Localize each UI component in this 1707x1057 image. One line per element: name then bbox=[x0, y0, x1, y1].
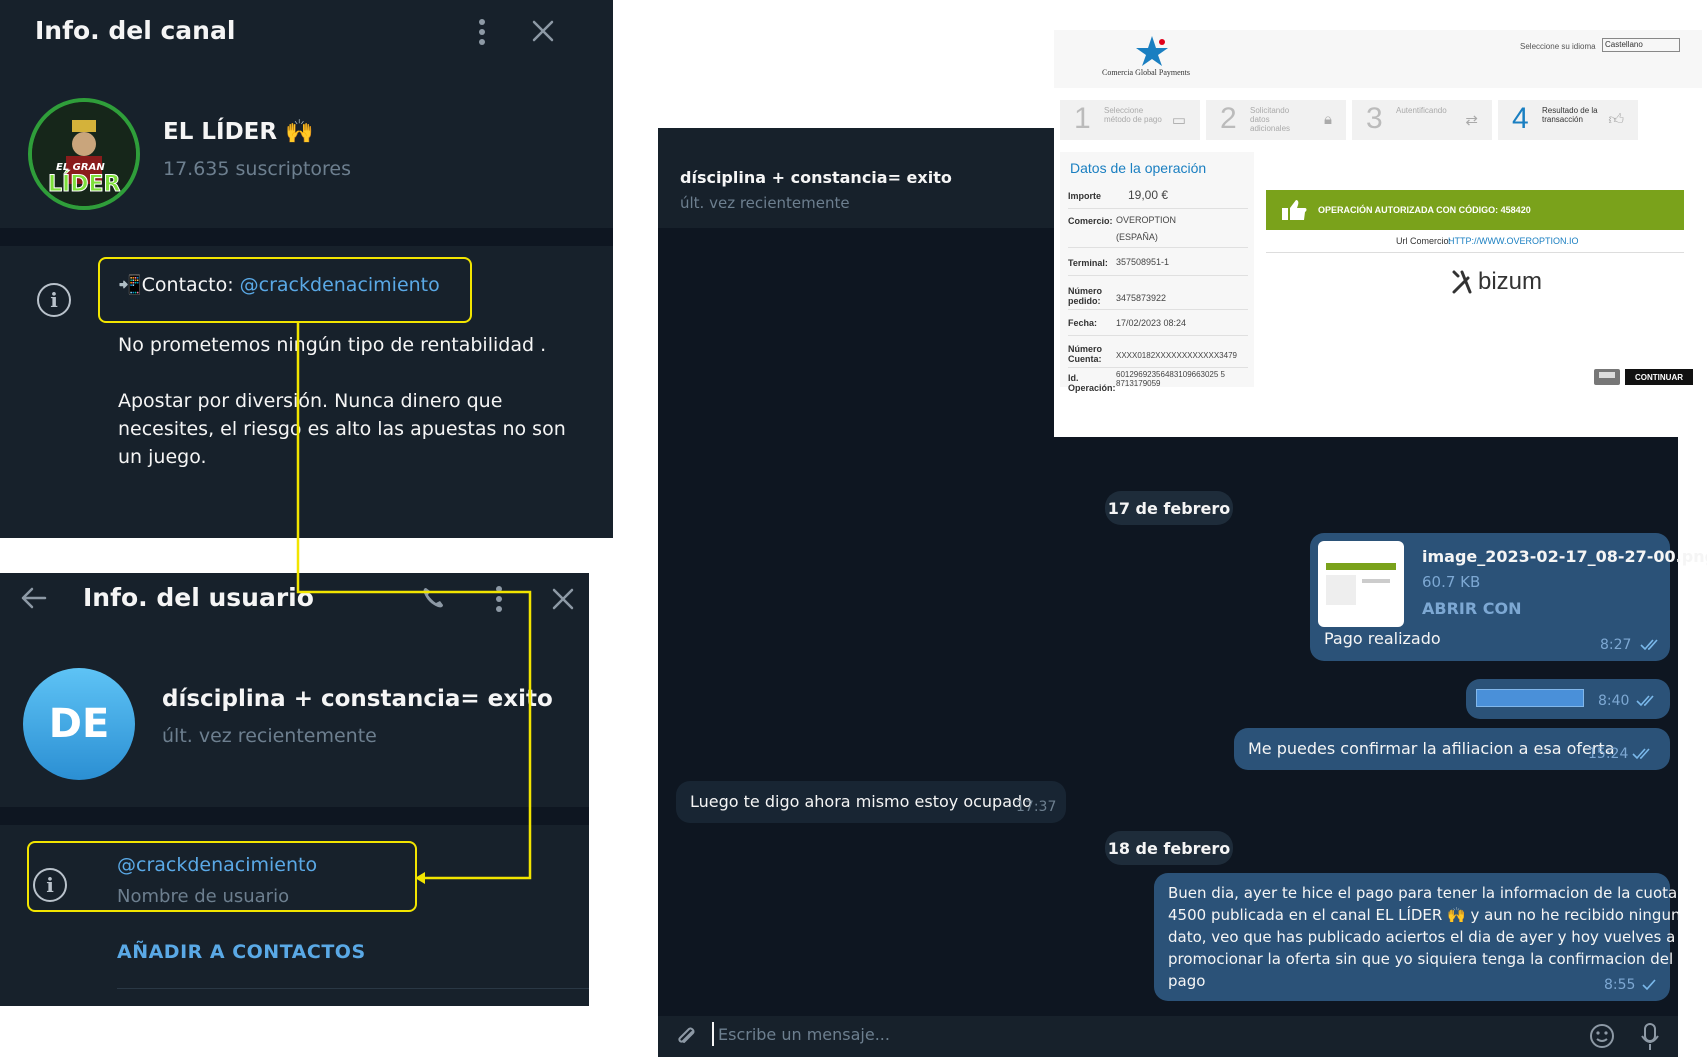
redacted-message[interactable]: 8:40 bbox=[1466, 679, 1670, 719]
message-text: Me puedes confirmar la afiliacion a esa … bbox=[1248, 739, 1615, 758]
message-time: 15:24 bbox=[1588, 746, 1629, 762]
row-label: Fecha: bbox=[1068, 318, 1098, 328]
operation-row: Fecha: 17/02/2023 08:24 bbox=[1068, 312, 1248, 336]
operation-row: Comercio: OVEROPTION (ESPAÑA) bbox=[1068, 212, 1248, 248]
message-input-bar: Escribe un mensaje... bbox=[658, 1016, 1678, 1057]
step-4: 4 Resultado de la transacción 👍︎ bbox=[1498, 100, 1638, 140]
message-time: 8:40 bbox=[1598, 693, 1630, 709]
operation-row: Terminal: 357508951-1 bbox=[1068, 250, 1248, 276]
step-number: 2 bbox=[1220, 102, 1237, 135]
text-cursor bbox=[712, 1022, 714, 1046]
outgoing-message[interactable]: Buen dia, ayer te hice el pago para tene… bbox=[1154, 873, 1680, 1001]
bizum-logo-text: bizum bbox=[1478, 268, 1543, 295]
read-ticks-icon bbox=[1636, 693, 1658, 712]
step-number: 1 bbox=[1074, 102, 1091, 135]
attach-icon[interactable] bbox=[674, 1024, 700, 1054]
thumbs-up-icon bbox=[1280, 198, 1308, 227]
message-time: 17:37 bbox=[1016, 799, 1057, 815]
file-thumbnail[interactable] bbox=[1318, 541, 1404, 627]
row-value: 357508951-1 bbox=[1116, 257, 1170, 267]
step-text: Autentificando bbox=[1396, 106, 1447, 115]
row-label: Comercio: bbox=[1068, 216, 1113, 226]
message-line: 4500 publicada en el canal EL LÍDER 🙌 y … bbox=[1168, 906, 1681, 924]
operation-row: Id. Operación: 60129692356483109663025 5… bbox=[1068, 370, 1248, 394]
message-text: Buen dia, ayer te hice el pago para tene… bbox=[1168, 882, 1680, 992]
read-ticks-icon bbox=[1632, 746, 1654, 765]
transfer-icon: ⇄ bbox=[1465, 112, 1478, 129]
file-caption: Pago realizado bbox=[1324, 629, 1441, 648]
file-message[interactable]: image_2023-02-17_08-27-00.png 60.7 KB AB… bbox=[1310, 533, 1707, 661]
step-3: 3 Autentificando ⇄ bbox=[1352, 100, 1492, 140]
row-value: XXXX0182XXXXXXXXXXXX3479 bbox=[1116, 351, 1237, 360]
message-line: promocionar la oferta sin que yo siquier… bbox=[1168, 950, 1674, 968]
row-label: Terminal: bbox=[1068, 258, 1108, 268]
thumbs-up-icon: 👍︎ bbox=[1608, 111, 1624, 128]
id-line: 8713179059 bbox=[1116, 379, 1161, 388]
row-label: Importe bbox=[1068, 191, 1102, 201]
step-text: Resultado de la transacción bbox=[1542, 106, 1598, 124]
chat-peer-status: últ. vez recientemente bbox=[680, 194, 850, 212]
date-separator: 17 de febrero bbox=[1105, 491, 1233, 525]
row-label: Número Cuenta: bbox=[1068, 344, 1103, 364]
operation-row: Importe 19,00 € bbox=[1068, 185, 1248, 209]
payment-receipt-screenshot: Comercia Global Payments Seleccione su i… bbox=[1054, 30, 1702, 437]
authorization-banner: OPERACIÓN AUTORIZADA CON CÓDIGO: 458420 bbox=[1266, 190, 1684, 230]
row-value: 17/02/2023 08:24 bbox=[1116, 318, 1187, 328]
payment-brand: Comercia Global Payments bbox=[1102, 68, 1190, 77]
sent-tick-icon bbox=[1642, 977, 1658, 996]
step-2: 2 Solicitando datos adicionales 🔒︎ bbox=[1206, 100, 1346, 140]
emoji-icon[interactable] bbox=[1588, 1022, 1616, 1054]
language-select[interactable]: Castellano bbox=[1602, 38, 1680, 52]
divider bbox=[1266, 252, 1684, 253]
card-icon: ▭ bbox=[1171, 112, 1186, 129]
row-label: Id. Operación: bbox=[1068, 373, 1116, 393]
date-separator: 18 de febrero bbox=[1105, 831, 1233, 865]
outgoing-message[interactable]: Me puedes confirmar la afiliacion a esa … bbox=[1234, 728, 1670, 770]
step-number: 4 bbox=[1512, 102, 1529, 135]
step-number: 3 bbox=[1366, 102, 1383, 135]
star-logo-icon bbox=[1132, 34, 1172, 71]
bizum-logo-icon bbox=[1450, 268, 1474, 301]
redaction-block bbox=[1476, 689, 1584, 707]
operation-section-title: Datos de la operación bbox=[1070, 160, 1207, 176]
open-with-button[interactable]: ABRIR CON bbox=[1422, 599, 1521, 618]
row-label: Número pedido: bbox=[1068, 286, 1103, 306]
step-text: Seleccione método de pago bbox=[1104, 106, 1162, 124]
merchant-url-link[interactable]: HTTP://WWW.OVEROPTION.IO bbox=[1448, 236, 1579, 246]
read-ticks-icon bbox=[1640, 637, 1662, 656]
lock-icon: 🔒︎ bbox=[1324, 111, 1332, 128]
message-time: 8:55 bbox=[1604, 977, 1636, 993]
file-size: 60.7 KB bbox=[1422, 573, 1481, 591]
operation-row: Número pedido: 3475873922 bbox=[1068, 278, 1248, 310]
step-1: 1 Seleccione método de pago ▭ bbox=[1060, 100, 1200, 140]
message-text: Luego te digo ahora mismo estoy ocupado bbox=[690, 792, 1032, 811]
merchant-url-label: Url Comercio: bbox=[1396, 236, 1452, 246]
microphone-icon[interactable] bbox=[1640, 1022, 1660, 1056]
operation-row: Número Cuenta: XXXX0182XXXXXXXXXXXX3479 bbox=[1068, 338, 1248, 368]
step-text: Solicitando datos adicionales bbox=[1250, 106, 1291, 133]
chat-peer-name[interactable]: dísciplina + constancia= exito bbox=[680, 168, 952, 187]
row-value: (ESPAÑA) bbox=[1116, 232, 1158, 242]
continue-button[interactable]: CONTINUAR bbox=[1625, 369, 1693, 385]
row-value: OVEROPTION bbox=[1116, 215, 1177, 225]
authorization-text: OPERACIÓN AUTORIZADA CON CÓDIGO: 458420 bbox=[1318, 205, 1531, 215]
language-label: Seleccione su idioma bbox=[1520, 42, 1596, 51]
file-name: image_2023-02-17_08-27-00.png bbox=[1422, 547, 1707, 566]
message-line: dato, veo que has publicado aciertos el … bbox=[1168, 928, 1676, 946]
row-value: 3475873922 bbox=[1116, 293, 1167, 303]
row-value: 19,00 € bbox=[1128, 188, 1169, 202]
row-value: 60129692356483109663025 5 8713179059 bbox=[1116, 370, 1225, 388]
message-input[interactable]: Escribe un mensaje... bbox=[718, 1025, 890, 1044]
id-line: 60129692356483109663025 5 bbox=[1116, 370, 1226, 379]
message-time: 8:27 bbox=[1600, 637, 1632, 653]
incoming-message[interactable]: Luego te digo ahora mismo estoy ocupado … bbox=[676, 781, 1066, 823]
print-icon[interactable] bbox=[1594, 369, 1620, 385]
message-line: Buen dia, ayer te hice el pago para tene… bbox=[1168, 884, 1678, 902]
